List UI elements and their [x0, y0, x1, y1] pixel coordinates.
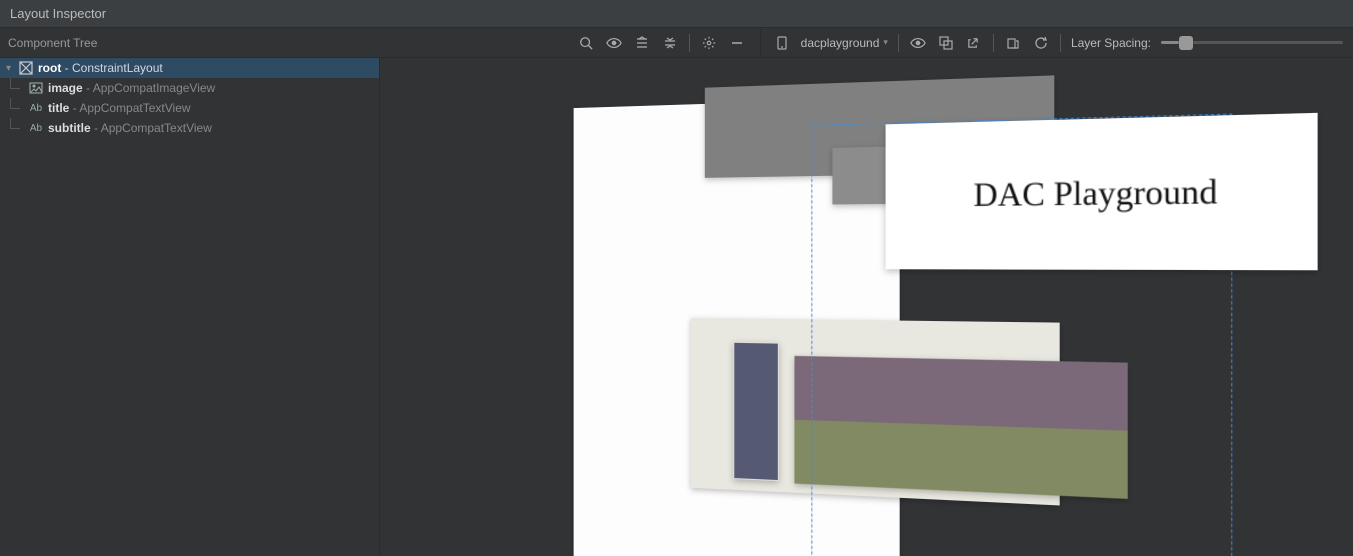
tree-child-wrapper: Ab subtitle - AppCompatTextView	[0, 118, 379, 138]
process-selector[interactable]: dacplayground ▾	[801, 36, 888, 50]
tree-child-wrapper: image - AppCompatImageView	[0, 78, 379, 98]
layer-spacing-label: Layer Spacing:	[1071, 36, 1151, 50]
viewer-column: DAC Playground	[380, 58, 1353, 556]
node-name: subtitle	[48, 121, 91, 135]
window-title: Layout Inspector	[10, 6, 106, 21]
minimize-icon[interactable]	[728, 34, 746, 52]
image-icon	[28, 82, 44, 94]
viewer-toolbar: dacplayground ▾ Layer Spacing:	[761, 29, 1353, 57]
export-icon[interactable]	[965, 34, 983, 52]
title-text: DAC Playground	[973, 173, 1217, 215]
search-icon[interactable]	[577, 34, 595, 52]
tree-item[interactable]: Ab subtitle - AppCompatTextView	[22, 118, 379, 138]
overlay-icon[interactable]	[937, 34, 955, 52]
slider-handle[interactable]	[1179, 36, 1193, 50]
layout-icon	[18, 61, 34, 75]
expand-icon[interactable]	[633, 34, 651, 52]
text-icon: Ab	[28, 123, 44, 134]
component-tree-panel-title: Component Tree	[0, 36, 220, 50]
tree-item[interactable]: Ab title - AppCompatTextView	[22, 98, 379, 118]
node-type: AppCompatImageView	[93, 81, 216, 95]
collapse-icon[interactable]	[661, 34, 679, 52]
live-update-icon[interactable]	[1004, 34, 1022, 52]
layer-title-card[interactable]: DAC Playground	[886, 113, 1318, 270]
sub-header: Component Tree dacplayground ▾	[0, 28, 1353, 58]
node-name: title	[48, 101, 69, 115]
tree-toolbar	[577, 34, 752, 52]
main: ▾ root - ConstraintLayout image - AppCom…	[0, 58, 1353, 556]
separator	[689, 34, 690, 52]
window-title-bar: Layout Inspector	[0, 0, 1353, 28]
node-name: image	[48, 81, 83, 95]
layer-chip[interactable]	[733, 342, 779, 481]
tree-item[interactable]: image - AppCompatImageView	[22, 78, 379, 98]
tree-root-row[interactable]: ▾ root - ConstraintLayout	[0, 58, 379, 78]
eye-icon[interactable]	[909, 34, 927, 52]
process-name: dacplayground	[801, 36, 880, 50]
visibility-icon[interactable]	[605, 34, 623, 52]
device-icon[interactable]	[773, 34, 791, 52]
text-icon: Ab	[28, 103, 44, 114]
chevron-down-icon: ▾	[883, 37, 888, 48]
layout-3d-viewer[interactable]: DAC Playground	[380, 58, 1353, 556]
node-type: AppCompatTextView	[101, 121, 212, 135]
chevron-down-icon[interactable]: ▾	[6, 63, 18, 74]
layer-spacing-slider[interactable]	[1161, 36, 1343, 50]
component-tree: ▾ root - ConstraintLayout image - AppCom…	[0, 58, 380, 556]
layer-image[interactable]	[794, 356, 1127, 499]
node-type: ConstraintLayout	[72, 61, 163, 75]
refresh-icon[interactable]	[1032, 34, 1050, 52]
tree-child-wrapper: Ab title - AppCompatTextView	[0, 98, 379, 118]
node-type: AppCompatTextView	[79, 101, 190, 115]
gear-icon[interactable]	[700, 34, 718, 52]
node-name: root	[38, 61, 61, 75]
